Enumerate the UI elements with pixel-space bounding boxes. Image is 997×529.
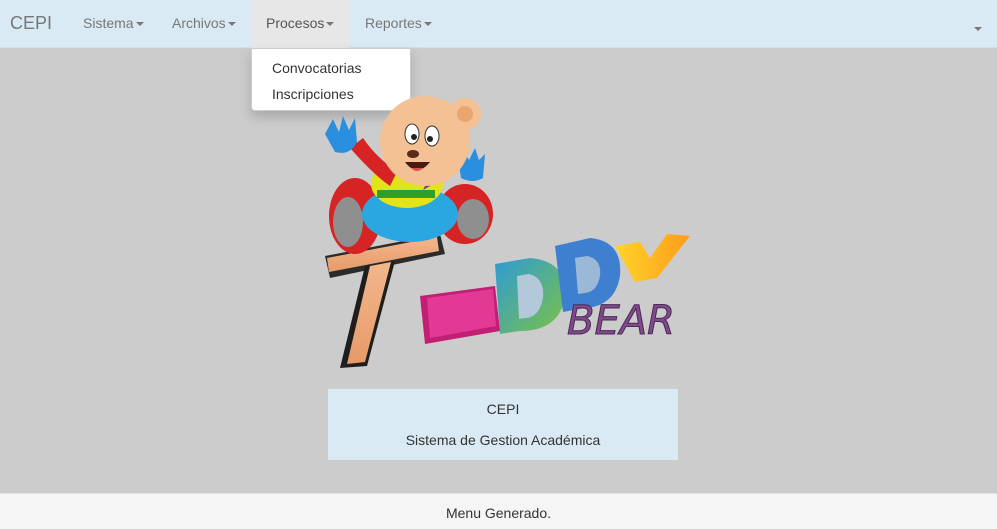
footer-text: Menu Generado. [445,505,552,521]
menu-procesos-label: Procesos [266,15,325,31]
letter-e-graphic [420,286,500,344]
caret-down-icon [227,22,236,27]
caret-down-icon [423,22,432,27]
menu-procesos[interactable]: Procesos [251,0,350,48]
bear-word: BEAR [567,298,675,344]
menu-reportes[interactable]: Reportes [350,0,447,48]
dropdown-item-convocatorias[interactable]: Convocatorias [252,55,410,81]
user-menu-toggle[interactable] [972,20,982,32]
menu-sistema[interactable]: Sistema [68,0,159,48]
letter-y-graphic [615,234,690,282]
menu-sistema-label: Sistema [83,15,134,31]
menu-reportes-label: Reportes [365,15,422,31]
info-subtitle: Sistema de Gestion Académica [405,432,601,448]
top-navbar: CEPI Sistema Archivos Procesos Reportes [0,0,997,48]
bear-character [325,96,493,254]
teddy-bear-logo: BEAR [325,96,690,368]
menu-archivos-label: Archivos [172,15,226,31]
letter-d-graphic [495,258,566,334]
brand-link[interactable]: CEPI [10,0,52,48]
caret-down-icon [326,22,335,27]
menu-archivos[interactable]: Archivos [157,0,251,48]
caret-down-icon [135,22,144,27]
info-box: CEPI Sistema de Gestion Académica [328,389,678,460]
footer: Menu Generado. [0,493,997,529]
caret-down-icon [974,27,982,32]
info-title: CEPI [486,401,520,417]
